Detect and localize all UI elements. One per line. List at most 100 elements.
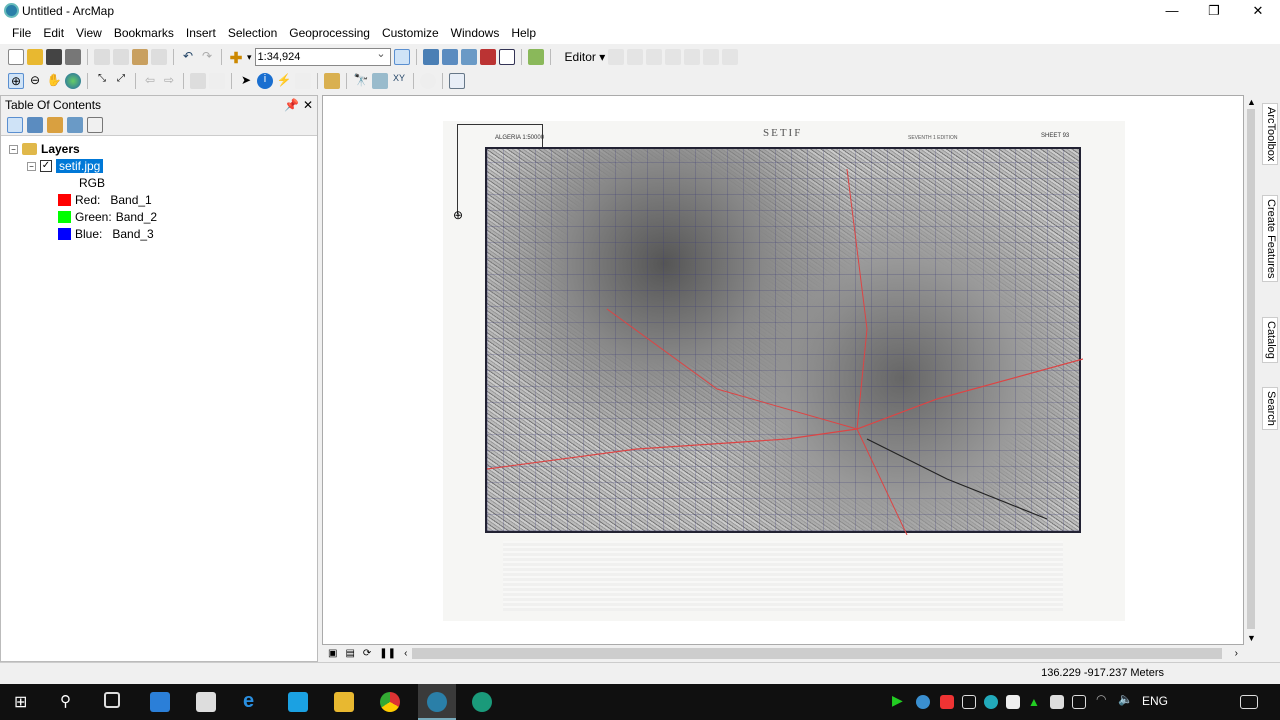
- print-icon[interactable]: [65, 49, 81, 65]
- html-popup-icon[interactable]: [295, 73, 311, 89]
- identify-icon[interactable]: i: [257, 73, 273, 89]
- options-icon[interactable]: [87, 117, 103, 133]
- magnifier-window-icon[interactable]: [449, 73, 465, 89]
- attributes-icon[interactable]: [722, 49, 739, 65]
- redo-icon[interactable]: ↷: [199, 49, 215, 65]
- map-scale-dropdown[interactable]: 1:34,924: [254, 46, 391, 66]
- app-icon-2[interactable]: [472, 692, 492, 712]
- menu-edit[interactable]: Edit: [37, 26, 70, 40]
- wifi-icon[interactable]: ◠: [1096, 692, 1116, 712]
- add-data-icon[interactable]: ✚: [228, 49, 244, 67]
- volume-icon[interactable]: 🔈: [1118, 692, 1138, 712]
- split-icon[interactable]: [684, 49, 701, 65]
- list-by-source-icon[interactable]: [27, 117, 43, 133]
- arctoolbox-icon[interactable]: [479, 49, 496, 65]
- layer-name[interactable]: setif.jpg: [56, 159, 104, 173]
- menu-insert[interactable]: Insert: [180, 26, 222, 40]
- tab-arctoolbox[interactable]: ArcToolbox: [1262, 103, 1278, 166]
- scroll-left-button[interactable]: ‹: [404, 648, 407, 659]
- edit-annotation-icon[interactable]: [627, 49, 644, 65]
- menu-bookmarks[interactable]: Bookmarks: [108, 26, 180, 40]
- refresh-button[interactable]: ⟳: [363, 648, 371, 659]
- tray-c-icon[interactable]: [940, 695, 954, 709]
- fixed-zoom-out-icon[interactable]: ⤢: [113, 73, 129, 89]
- search-icon[interactable]: ⚲: [60, 692, 80, 712]
- vertical-scrollbar[interactable]: ▲ ▼: [1244, 95, 1258, 645]
- straight-segment-icon[interactable]: [646, 49, 663, 65]
- find-route-icon[interactable]: [372, 73, 388, 89]
- task-view-icon[interactable]: [104, 692, 120, 708]
- hyperlink-icon[interactable]: ⚡: [276, 73, 292, 89]
- open-icon[interactable]: [27, 49, 43, 65]
- tab-catalog[interactable]: Catalog: [1262, 317, 1278, 363]
- tray-doc-icon[interactable]: [962, 695, 976, 709]
- save-icon[interactable]: [46, 49, 62, 65]
- zoom-out-icon[interactable]: ⊖: [27, 73, 43, 89]
- layer-visibility-checkbox[interactable]: ✓: [40, 160, 52, 172]
- time-slider-icon[interactable]: [420, 73, 436, 89]
- cut-icon[interactable]: [94, 49, 110, 65]
- map-display[interactable]: ALGERIA 1:50000 SETIF SEVENTH 1 EDITION …: [322, 95, 1244, 645]
- back-icon[interactable]: ⇦: [142, 73, 158, 89]
- notifications-icon[interactable]: [1240, 695, 1258, 709]
- menu-customize[interactable]: Customize: [376, 26, 445, 40]
- clear-selection-icon[interactable]: [209, 73, 225, 89]
- menu-help[interactable]: Help: [505, 26, 542, 40]
- file-explorer-icon[interactable]: [334, 692, 354, 712]
- layers-group-label[interactable]: Layers: [41, 142, 80, 156]
- menu-windows[interactable]: Windows: [445, 26, 506, 40]
- tray-triangle-icon[interactable]: ▲: [1028, 695, 1042, 709]
- data-view-button[interactable]: ▣: [328, 648, 337, 659]
- rotate-icon[interactable]: [703, 49, 720, 65]
- new-document-icon[interactable]: [8, 49, 24, 65]
- collapse-layers-icon[interactable]: −: [9, 144, 18, 154]
- full-extent-icon[interactable]: [65, 73, 81, 89]
- store-icon[interactable]: [150, 692, 170, 712]
- menu-geoprocessing[interactable]: Geoprocessing: [283, 26, 376, 40]
- arcmap-taskbar-icon[interactable]: [427, 692, 447, 712]
- battery-icon[interactable]: [1072, 695, 1086, 709]
- toc-close-button[interactable]: ✕: [303, 96, 313, 114]
- select-elements-icon[interactable]: ➤: [238, 73, 254, 89]
- select-features-icon[interactable]: [190, 73, 206, 89]
- tray-shield-icon[interactable]: [1006, 695, 1020, 709]
- sketch-icon[interactable]: [665, 49, 682, 65]
- fixed-zoom-in-icon[interactable]: ⤡: [94, 73, 110, 89]
- menu-view[interactable]: View: [70, 26, 108, 40]
- tab-search[interactable]: Search: [1262, 387, 1278, 430]
- delete-icon[interactable]: [151, 49, 167, 65]
- scroll-right-button[interactable]: ›: [1235, 648, 1238, 659]
- zoom-in-icon[interactable]: ⊕: [8, 73, 24, 89]
- paste-icon[interactable]: [132, 49, 148, 65]
- modelbuilder-icon[interactable]: [527, 49, 544, 65]
- tray-play-icon[interactable]: ▶: [892, 692, 912, 712]
- tab-create-features[interactable]: Create Features: [1262, 195, 1278, 283]
- tray-defender-icon[interactable]: [1050, 695, 1064, 709]
- search-window-icon[interactable]: [460, 49, 477, 65]
- tray-globe-icon[interactable]: [916, 695, 930, 709]
- language-indicator[interactable]: ENG: [1142, 694, 1168, 708]
- menu-file[interactable]: File: [6, 26, 37, 40]
- list-by-selection-icon[interactable]: [67, 117, 83, 133]
- undo-icon[interactable]: ↶: [180, 49, 196, 65]
- pan-icon[interactable]: ✋: [46, 73, 62, 89]
- tray-eset-icon[interactable]: [984, 695, 998, 709]
- minimize-button[interactable]: —: [1150, 0, 1194, 22]
- editor-menu[interactable]: Editor ▾: [565, 50, 606, 64]
- layout-view-button[interactable]: ▤: [345, 648, 354, 659]
- start-button-icon[interactable]: ⊞: [14, 692, 34, 712]
- restore-button[interactable]: ❐: [1192, 0, 1236, 22]
- collapse-layer-icon[interactable]: −: [27, 161, 36, 171]
- list-by-visibility-icon[interactable]: [47, 117, 63, 133]
- pin-icon[interactable]: 📌: [284, 96, 299, 114]
- mail-icon[interactable]: [196, 692, 216, 712]
- python-window-icon[interactable]: [498, 49, 515, 65]
- pause-drawing-button[interactable]: ❚❚: [379, 648, 396, 659]
- chrome-icon[interactable]: [380, 692, 400, 712]
- menu-selection[interactable]: Selection: [222, 26, 283, 40]
- app-icon[interactable]: [288, 692, 308, 712]
- copy-icon[interactable]: [113, 49, 129, 65]
- toc-window-icon[interactable]: [422, 49, 439, 65]
- close-button[interactable]: ✕: [1236, 0, 1280, 22]
- edit-tool-icon[interactable]: [608, 49, 625, 65]
